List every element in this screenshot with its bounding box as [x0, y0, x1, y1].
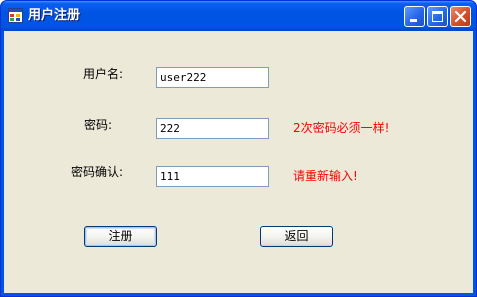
window-frame-bottom [1, 293, 476, 296]
minimize-icon [410, 19, 417, 22]
register-window: 用户注册 用户名: 密码: 2次密码必须一样! 密码确认: 请重新输入! [0, 0, 477, 297]
close-icon [454, 10, 467, 23]
username-field[interactable] [156, 67, 269, 88]
confirm-password-field[interactable] [156, 166, 269, 187]
app-window-icon [8, 8, 23, 23]
username-label: 用户名: [83, 67, 124, 81]
back-button[interactable]: 返回 [260, 226, 333, 247]
register-button[interactable]: 注册 [84, 226, 157, 247]
password-label: 密码: [84, 118, 113, 132]
password-mismatch-note: 2次密码必须一样! [293, 121, 390, 135]
maximize-icon [432, 11, 443, 22]
maximize-button[interactable] [427, 6, 448, 27]
close-button[interactable] [450, 6, 471, 27]
password-field[interactable] [156, 118, 269, 139]
window-title: 用户注册 [28, 8, 81, 23]
title-bar[interactable]: 用户注册 [1, 1, 476, 31]
window-frame-right [473, 31, 476, 296]
form-area: 用户名: 密码: 2次密码必须一样! 密码确认: 请重新输入! 注册 返回 [4, 31, 473, 293]
reenter-note: 请重新输入! [293, 169, 358, 183]
confirm-password-label: 密码确认: [71, 165, 124, 179]
minimize-button[interactable] [404, 6, 425, 27]
